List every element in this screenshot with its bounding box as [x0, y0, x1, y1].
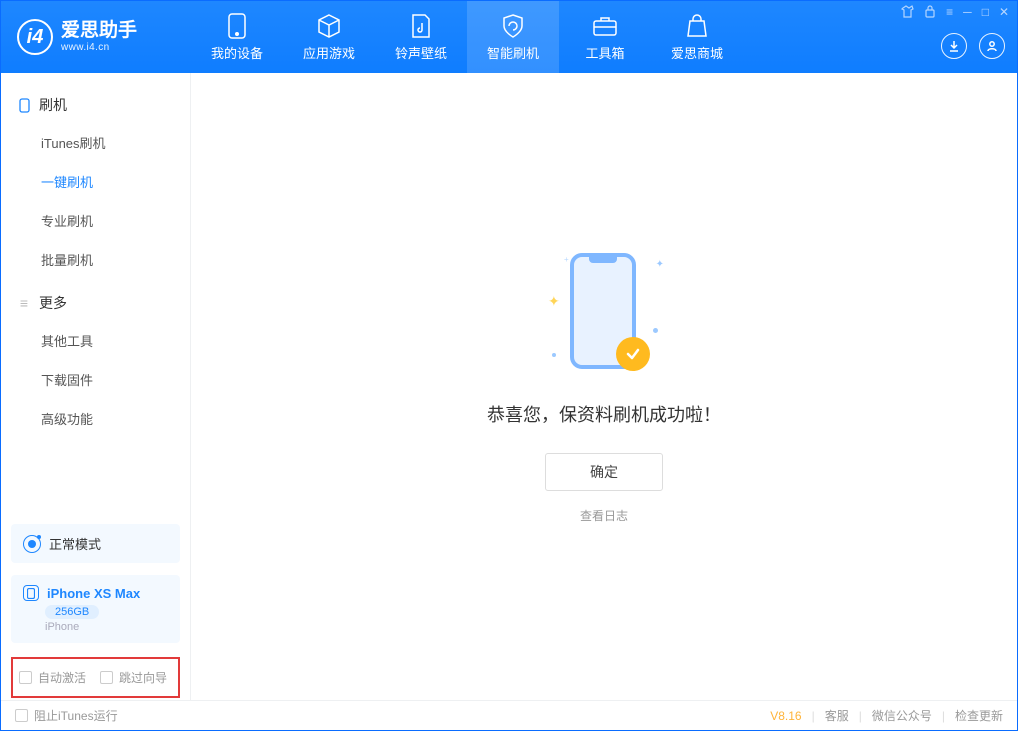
- storage-badge: 256GB: [45, 605, 99, 619]
- sidebar-item-batch-flash[interactable]: 批量刷机: [1, 240, 190, 279]
- top-nav: 我的设备 应用游戏 铃声壁纸 智能刷机 工具箱 爱思商城: [191, 1, 1017, 73]
- device-type: iPhone: [45, 621, 168, 633]
- nav-my-device[interactable]: 我的设备: [191, 1, 283, 73]
- nav-ringtones[interactable]: 铃声壁纸: [375, 1, 467, 73]
- sidebar-item-other-tools[interactable]: 其他工具: [1, 321, 190, 360]
- mode-label: 正常模式: [49, 534, 101, 553]
- nav-label: 爱思商城: [671, 43, 723, 62]
- view-log-link[interactable]: 查看日志: [580, 507, 628, 524]
- logo-icon: i4: [17, 19, 53, 55]
- success-message: 恭喜您，保资料刷机成功啦！: [487, 401, 721, 427]
- device-card[interactable]: iPhone XS Max 256GB iPhone: [11, 575, 180, 643]
- sidebar-section-label: 更多: [39, 293, 67, 313]
- sparkle-icon: ✦: [548, 293, 560, 310]
- checkbox-icon: [19, 671, 32, 684]
- list-icon: ≡: [17, 296, 31, 310]
- check-badge-icon: [616, 337, 650, 371]
- device-small-icon: [23, 585, 39, 601]
- maximize-button[interactable]: □: [982, 5, 989, 21]
- download-button[interactable]: [941, 33, 967, 59]
- toolbox-icon: [592, 13, 618, 39]
- nav-label: 我的设备: [211, 43, 263, 62]
- device-name: iPhone XS Max: [47, 586, 140, 601]
- sidebar-section-flash: 刷机: [1, 87, 190, 123]
- sparkle-icon: +: [564, 255, 569, 264]
- check-update-link[interactable]: 检查更新: [955, 707, 1003, 724]
- nav-flash[interactable]: 智能刷机: [467, 1, 559, 73]
- nav-label: 工具箱: [585, 43, 624, 62]
- bag-icon: [684, 13, 710, 39]
- dot-icon: [653, 328, 658, 333]
- music-file-icon: [408, 13, 434, 39]
- sidebar-item-download-firmware[interactable]: 下载固件: [1, 360, 190, 399]
- body: 刷机 iTunes刷机 一键刷机 专业刷机 批量刷机 ≡ 更多 其他工具 下载固…: [1, 73, 1017, 700]
- user-button[interactable]: [979, 33, 1005, 59]
- checkbox-skip-guide[interactable]: 跳过向导: [100, 669, 167, 686]
- checkbox-icon: [100, 671, 113, 684]
- support-link[interactable]: 客服: [825, 707, 849, 724]
- app-subtitle: www.i4.cn: [61, 42, 137, 53]
- shield-refresh-icon: [500, 13, 526, 39]
- nav-store[interactable]: 爱思商城: [651, 1, 743, 73]
- app-window: i4 爱思助手 www.i4.cn 我的设备 应用游戏 铃声壁纸 智能刷机: [0, 0, 1018, 731]
- checkbox-block-itunes[interactable]: 阻止iTunes运行: [15, 707, 118, 724]
- checkbox-label: 跳过向导: [119, 669, 167, 686]
- sparkle-icon: ✦: [656, 259, 664, 270]
- header-actions: [941, 33, 1005, 59]
- sidebar-item-itunes-flash[interactable]: iTunes刷机: [1, 123, 190, 162]
- nav-label: 智能刷机: [487, 43, 539, 62]
- footer: 阻止iTunes运行 V8.16 | 客服 | 微信公众号 | 检查更新: [1, 700, 1017, 730]
- window-controls: ≡ ─ □ ✕: [901, 5, 1009, 21]
- app-title: 爱思助手: [61, 21, 137, 42]
- sidebar-section-more: ≡ 更多: [1, 285, 190, 321]
- checkbox-icon: [15, 709, 28, 722]
- mode-icon: [23, 535, 41, 553]
- skin-icon[interactable]: [901, 5, 914, 21]
- checkbox-auto-activate[interactable]: 自动激活: [19, 669, 86, 686]
- titlebar: i4 爱思助手 www.i4.cn 我的设备 应用游戏 铃声壁纸 智能刷机: [1, 1, 1017, 73]
- phone-small-icon: [17, 98, 31, 112]
- minimize-button[interactable]: ─: [963, 5, 972, 21]
- sidebar-item-one-click-flash[interactable]: 一键刷机: [1, 162, 190, 201]
- ok-button[interactable]: 确定: [545, 453, 663, 491]
- close-button[interactable]: ✕: [999, 5, 1009, 21]
- sidebar-item-advanced[interactable]: 高级功能: [1, 399, 190, 438]
- cube-icon: [316, 13, 342, 39]
- mode-card[interactable]: 正常模式: [11, 524, 180, 563]
- sidebar-item-pro-flash[interactable]: 专业刷机: [1, 201, 190, 240]
- device-icon: [224, 13, 250, 39]
- wechat-link[interactable]: 微信公众号: [872, 707, 932, 724]
- main-content: ✦ ✦ + 恭喜您，保资料刷机成功啦！ 确定 查看日志: [191, 73, 1017, 700]
- lock-icon[interactable]: [924, 5, 936, 21]
- nav-apps[interactable]: 应用游戏: [283, 1, 375, 73]
- success-illustration: ✦ ✦ +: [544, 249, 664, 379]
- logo-area: i4 爱思助手 www.i4.cn: [1, 1, 191, 73]
- menu-icon[interactable]: ≡: [946, 5, 953, 21]
- nav-label: 应用游戏: [303, 43, 355, 62]
- sidebar-section-label: 刷机: [39, 95, 67, 115]
- checkbox-label: 自动激活: [38, 669, 86, 686]
- dot-icon: [552, 353, 556, 357]
- version-label: V8.16: [770, 709, 801, 723]
- checkbox-label: 阻止iTunes运行: [34, 707, 118, 724]
- options-highlight-box: 自动激活 跳过向导: [11, 657, 180, 698]
- nav-label: 铃声壁纸: [395, 43, 447, 62]
- sidebar: 刷机 iTunes刷机 一键刷机 专业刷机 批量刷机 ≡ 更多 其他工具 下载固…: [1, 73, 191, 700]
- nav-toolbox[interactable]: 工具箱: [559, 1, 651, 73]
